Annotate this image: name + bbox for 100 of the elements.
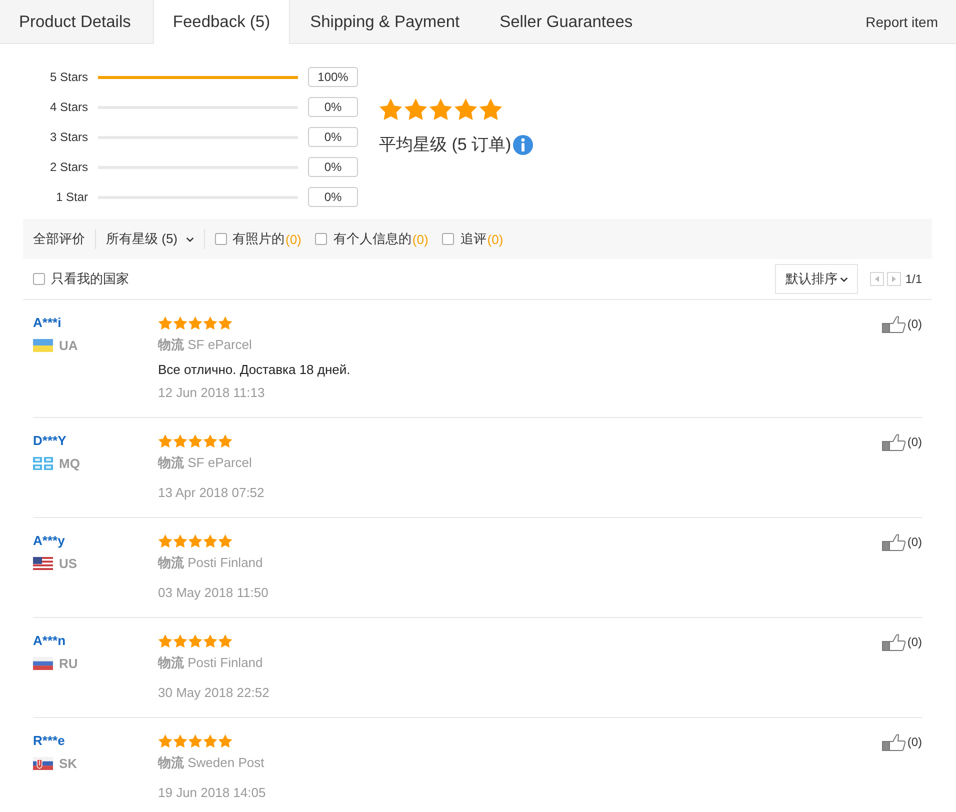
star-icon [158, 534, 172, 548]
star-icon [188, 434, 202, 448]
review-comment: Все отлично. Доставка 18 дней. [158, 361, 350, 379]
reviewer-name[interactable]: A***n [33, 630, 66, 652]
like-button[interactable]: (0) [882, 533, 922, 551]
star-icon [173, 434, 188, 448]
chevron-down-icon [186, 236, 194, 242]
country-code: SK [59, 756, 78, 771]
reviewer-name[interactable]: A***i [33, 312, 62, 334]
info-icon[interactable] [513, 134, 534, 155]
country-code: RU [59, 656, 78, 671]
star-icon [173, 316, 188, 330]
star-icon [188, 534, 202, 548]
tab[interactable]: Shipping & Payment [290, 0, 480, 44]
tab[interactable]: Feedback (5) [152, 0, 290, 44]
tab[interactable]: Seller Guarantees [480, 0, 653, 44]
logistics-info: 物流 Posti Finland [158, 654, 263, 672]
percentage-value: 0% [308, 187, 358, 207]
star-icon [188, 734, 202, 748]
like-button[interactable]: (0) [882, 733, 922, 751]
star-icon [429, 98, 452, 120]
logistics-info: 物流 SF eParcel [158, 336, 252, 354]
filter-count: (0) [286, 232, 302, 246]
star-icon [479, 98, 502, 120]
previous-page-button[interactable] [870, 272, 884, 286]
like-button[interactable]: (0) [882, 315, 922, 333]
logistics-info: 物流 Posti Finland [158, 554, 263, 572]
star-level-label: 1 Star [54, 190, 88, 204]
star-icon [158, 316, 172, 330]
star-icon [158, 634, 172, 648]
logistics-info: 物流 SF eParcel [158, 454, 252, 472]
star-icon [218, 434, 232, 448]
like-button[interactable]: (0) [882, 433, 922, 451]
filter-option-label[interactable]: 追评 [460, 230, 486, 248]
flag-icon [33, 557, 53, 570]
star-icon [404, 98, 428, 120]
filter-option-label[interactable]: 有照片的 [232, 230, 284, 248]
percentage-value: 0% [308, 157, 358, 177]
like-button[interactable]: (0) [882, 633, 922, 651]
flag-icon [33, 757, 53, 770]
checkbox[interactable] [214, 233, 226, 245]
flag-icon [33, 339, 53, 352]
report-item-link[interactable]: Report item [866, 14, 938, 30]
star-icon [454, 98, 478, 120]
star-icon [203, 634, 218, 648]
thumb-up-icon [882, 533, 906, 551]
reviewer-name[interactable]: A***y [33, 530, 65, 552]
star-icon [203, 434, 218, 448]
filter-count: (0) [412, 232, 428, 246]
checkbox[interactable] [442, 233, 454, 245]
flag-icon [33, 457, 53, 470]
page-indicator: 1/1 [905, 272, 922, 286]
star-level-label: 4 Stars [48, 100, 88, 114]
star-level-label: 5 Stars [48, 70, 88, 84]
star-icon [379, 98, 402, 120]
star-icon [158, 434, 172, 448]
star-level-label: 3 Stars [48, 130, 88, 144]
checkbox[interactable] [33, 273, 45, 285]
flag-icon [33, 657, 53, 670]
percentage-value: 100% [308, 67, 358, 87]
next-page-button[interactable] [887, 272, 902, 286]
star-icon [188, 316, 202, 330]
star-icon [218, 316, 232, 330]
checkbox[interactable] [315, 233, 328, 245]
star-icon [218, 534, 232, 548]
percentage-value: 0% [308, 97, 358, 117]
chevron-down-icon [840, 276, 848, 282]
star-icon [188, 634, 202, 648]
filter-option-label[interactable]: 有个人信息的 [333, 230, 412, 248]
country-code: MQ [59, 456, 80, 471]
filter-count: (0) [487, 232, 504, 246]
star-level-label: 2 Stars [48, 160, 88, 174]
review-date: 03 May 2018 11:50 [158, 584, 268, 602]
logistics-info: 物流 Sweden Post [158, 754, 264, 772]
star-icon [203, 316, 218, 330]
percentage-value: 0% [308, 127, 358, 147]
star-icon [218, 734, 232, 748]
review-date: 30 May 2018 22:52 [158, 684, 270, 702]
sort-dropdown[interactable]: 默认排序 [775, 264, 858, 294]
star-icon [203, 734, 218, 748]
star-icon [173, 534, 188, 548]
star-icon [203, 534, 218, 548]
reviewer-name[interactable]: D***Y [33, 430, 66, 452]
reviewer-name[interactable]: R***e [33, 730, 65, 752]
review-date: 19 Jun 2018 14:05 [158, 784, 266, 802]
caret-left-icon [875, 276, 880, 282]
star-icon [218, 634, 232, 648]
my-country-filter-label[interactable]: 只看我的国家 [51, 270, 129, 288]
star-icon [173, 734, 188, 748]
thumb-up-icon [882, 733, 906, 751]
average-rating-text: 平均星级 (5 订单) [379, 134, 512, 156]
thumb-up-icon [882, 433, 906, 451]
caret-right-icon [892, 276, 896, 282]
thumb-up-icon [882, 315, 906, 333]
star-filter-dropdown[interactable]: 所有星级 (5) [106, 230, 194, 248]
all-reviews-filter[interactable]: 全部评价 [33, 230, 85, 248]
thumb-up-icon [882, 633, 906, 651]
star-icon [158, 734, 172, 748]
review-date: 13 Apr 2018 07:52 [158, 484, 264, 502]
tab[interactable]: Product Details [0, 0, 153, 44]
